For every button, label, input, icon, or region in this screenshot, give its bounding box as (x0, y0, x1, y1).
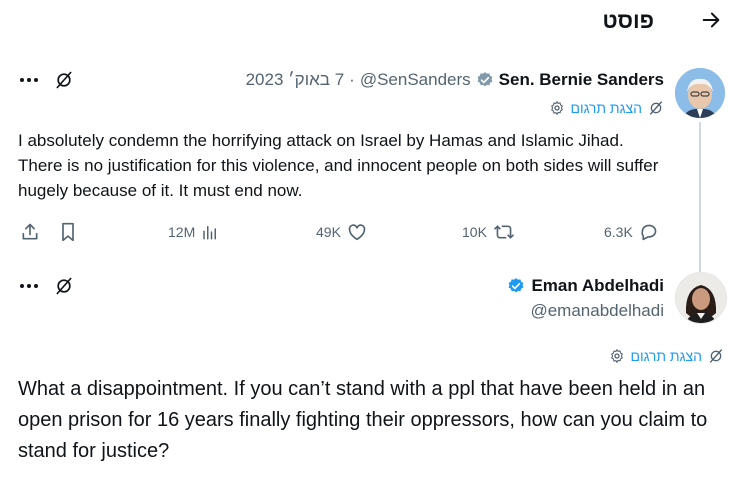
grok-icon[interactable] (52, 68, 76, 92)
reply-author-handle[interactable]: @emanabdelhadi (530, 301, 664, 321)
reply-author-name[interactable]: Eman Abdelhadi (531, 276, 664, 296)
bookmark-icon[interactable] (56, 220, 80, 244)
reply-text: What a disappointment. If you can’t stan… (18, 378, 708, 462)
retweets-count: 10K (462, 224, 487, 240)
verified-icon (476, 71, 494, 89)
more-icon[interactable] (16, 70, 42, 90)
retweet-icon (494, 225, 514, 239)
avatar[interactable] (675, 272, 727, 324)
reply-author-row: Eman Abdelhadi (507, 276, 664, 296)
likes-count: 49K (316, 224, 341, 240)
author-row: 7 באוק׳ 2023 · @SenSanders Sen. Bernie S… (246, 70, 664, 90)
author-handle[interactable]: @SenSanders (360, 70, 471, 90)
tweet-date[interactable]: 7 באוק׳ 2023 (246, 70, 345, 90)
like-icon (348, 224, 366, 241)
reply-icon (641, 224, 657, 241)
thread-line (699, 122, 701, 272)
more-icon[interactable] (16, 276, 42, 296)
back-arrow-icon[interactable] (697, 8, 725, 32)
replies-metric[interactable]: 6.3K (604, 223, 659, 241)
verified-icon (507, 277, 525, 295)
grok-icon[interactable] (52, 274, 76, 298)
page-title: פוסט (602, 8, 654, 33)
views-metric[interactable]: 12M (168, 223, 219, 241)
gear-icon (550, 101, 563, 115)
gear-icon (610, 349, 623, 363)
share-icon[interactable] (18, 220, 42, 244)
dot-separator: · (349, 70, 355, 89)
grok-icon (650, 101, 662, 115)
reply-translate-link[interactable]: הצגת תרגום (609, 348, 725, 364)
grok-icon (710, 349, 722, 363)
views-icon (203, 226, 217, 240)
replies-count: 6.3K (604, 224, 633, 240)
translate-link[interactable]: הצגת תרגום (549, 100, 665, 116)
tweet-text: I absolutely condemn the horrifying atta… (18, 131, 659, 200)
avatar[interactable] (675, 68, 725, 118)
reply-translate-label[interactable]: הצגת תרגום (631, 348, 703, 364)
retweets-metric[interactable]: 10K (462, 223, 515, 241)
views-count: 12M (168, 224, 196, 240)
author-name[interactable]: Sen. Bernie Sanders (499, 70, 664, 90)
likes-metric[interactable]: 49K (316, 223, 367, 241)
translate-label[interactable]: הצגת תרגום (571, 100, 643, 116)
